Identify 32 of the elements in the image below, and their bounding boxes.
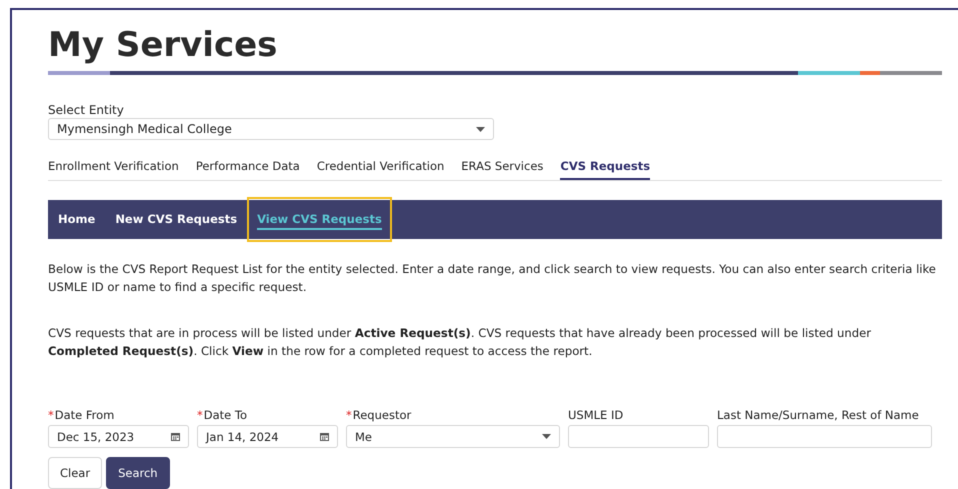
page-title: My Services	[48, 25, 278, 67]
tab[interactable]: Performance Data	[196, 157, 300, 180]
calendar-icon	[171, 432, 180, 441]
field-label: Date To	[204, 408, 247, 422]
input-field[interactable]	[568, 425, 709, 448]
field-label: Last Name/Surname, Rest of Name	[717, 408, 919, 422]
search-button[interactable]: Search	[106, 457, 170, 489]
info-paragraph: Below is the CVS Report Request List for the entity selected. Enter a date range, and click search to view requests. You can also enter search criteria like USMLE ID or name to find a specific request.	[48, 261, 937, 296]
field-label: Date From	[54, 408, 114, 422]
required-mark: *	[197, 408, 203, 422]
entity-select[interactable]: Mymensingh Medical College	[48, 118, 494, 140]
info-paragraph: CVS requests that are in process will be listed under Active Request(s). CVS requests that have already been processed will be listed under Completed Request(s). Click View in the row for a completed request to access the report.	[48, 325, 872, 360]
requestor-select[interactable]: Me	[346, 425, 560, 448]
input-field[interactable]	[717, 425, 932, 448]
date-field[interactable]: Jan 14, 2024	[197, 425, 338, 448]
subnav-link[interactable]: Home	[48, 200, 106, 239]
date-field[interactable]: Dec 15, 2023	[48, 425, 189, 448]
field-label: USMLE ID	[568, 408, 624, 422]
tab[interactable]: Enrollment Verification	[48, 157, 179, 180]
entity-label: Select Entity	[48, 103, 125, 118]
tab[interactable]: CVS Requests	[560, 157, 650, 180]
tab[interactable]: ERAS Services	[461, 157, 544, 180]
caret-icon	[476, 126, 485, 132]
caret-icon	[542, 434, 551, 439]
field-label: Requestor	[352, 408, 412, 422]
required-mark: *	[346, 408, 352, 422]
tab[interactable]: Credential Verification	[316, 157, 444, 180]
subnav-link[interactable]: New CVS Requests	[105, 200, 248, 239]
required-mark: *	[48, 408, 54, 422]
subnav-link[interactable]: View CVS Requests	[247, 197, 392, 242]
clear-button[interactable]: Clear	[48, 457, 102, 489]
calendar-icon	[320, 432, 329, 441]
